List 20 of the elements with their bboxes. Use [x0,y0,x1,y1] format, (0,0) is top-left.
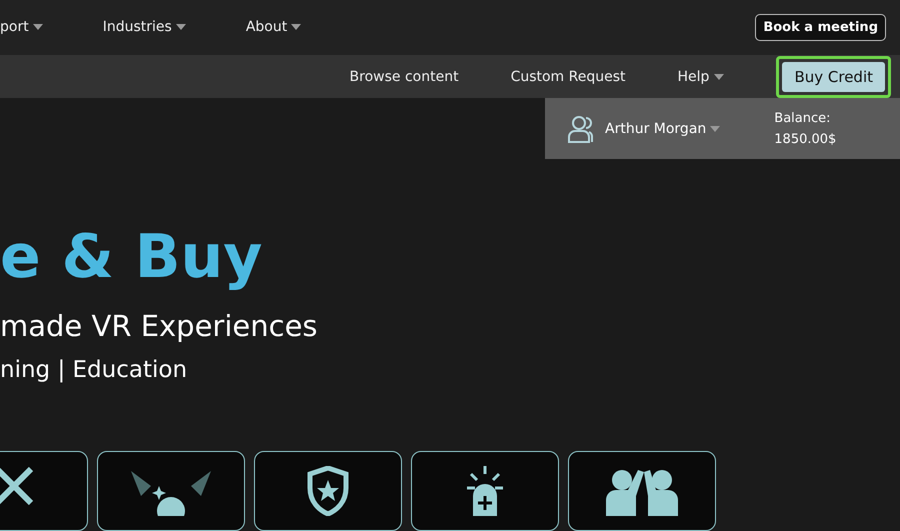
category-card[interactable] [411,451,559,531]
caret-icon [710,126,720,132]
user-menu[interactable]: Arthur Morgan [605,120,720,137]
nav-link[interactable]: Custom Request [510,68,626,85]
nav-link[interactable]: Browse content [350,68,459,85]
category-card[interactable] [568,451,716,531]
shield-star-icon [306,466,350,516]
hero-subtitle: made VR Experiences [0,309,319,343]
nav-link[interactable]: About [246,19,302,36]
nav-link[interactable]: port [0,19,43,36]
hero-tagline: ning | Education [0,357,188,383]
category-card[interactable] [97,451,245,531]
category-card[interactable] [254,451,402,531]
nav-link[interactable]: Help [678,68,724,85]
balance-value: 1850.00$ [774,132,836,147]
nav-link[interactable]: Industries [102,19,186,36]
balance-label: Balance: [774,110,832,126]
buy-credit-button[interactable]: Buy Credit [782,62,885,92]
book-meeting-button[interactable]: Book a meeting [755,14,886,41]
hero-title: e & Buy [0,221,264,294]
